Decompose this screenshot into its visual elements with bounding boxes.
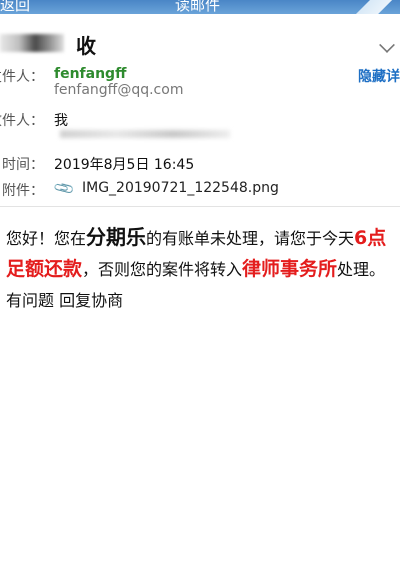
recipient-label: 收件人： [0, 113, 44, 129]
law-firm: 律师事务所 [242, 258, 338, 280]
sender-row: 发件人： fenfangff fenfangff@qq.com 隐藏详 [0, 66, 400, 102]
paperclip-icon: 📎 [52, 177, 77, 201]
deadline-time: 6点 [354, 227, 387, 249]
repay-text: 足额还款 [6, 258, 83, 280]
header-divider [0, 206, 400, 207]
date-value: 2019年8月5日 16:45 [54, 157, 195, 173]
email-subject: 收 [76, 34, 96, 58]
email-body: 您好！您在分期乐的有账单未处理，请您于今天6点足额还款，否则您的案件将转入律师事… [6, 222, 398, 316]
body-text-1: 您好！您在 [6, 229, 87, 248]
recipient-value[interactable]: 我 [54, 110, 68, 130]
sender-label: 发件人： [0, 69, 44, 85]
chevron-down-icon[interactable] [379, 37, 395, 53]
redacted-recipient [60, 130, 230, 138]
brand-name: 分期乐 [86, 225, 147, 249]
subject-row: 收 [0, 28, 400, 60]
recipient-row: 收件人： 我 [0, 110, 400, 146]
attachment-filename[interactable]: IMG_20190721_122548.png [82, 180, 279, 196]
date-row: 时间： 2019年8月5日 16:45 [0, 154, 400, 174]
attachment-label: 附件： [2, 183, 44, 199]
date-label: 时间： [2, 157, 44, 173]
back-button[interactable]: 返回 [0, 0, 30, 14]
header-decoration [340, 0, 400, 14]
sender-name[interactable]: fenfangff [54, 66, 126, 82]
body-text-2: 的有账单未处理，请您于今天 [146, 229, 355, 248]
hide-details-link[interactable]: 隐藏详 [358, 66, 400, 86]
body-text-3: ，否则您的案件将转入 [82, 260, 243, 279]
sender-email[interactable]: fenfangff@qq.com [54, 82, 183, 98]
attachment-row[interactable]: 附件： 📎 IMG_20190721_122548.png [0, 177, 400, 201]
page-title: 读邮件 [175, 0, 221, 14]
redacted-subject [0, 34, 64, 52]
top-navigation-bar: 返回 读邮件 [0, 0, 400, 14]
